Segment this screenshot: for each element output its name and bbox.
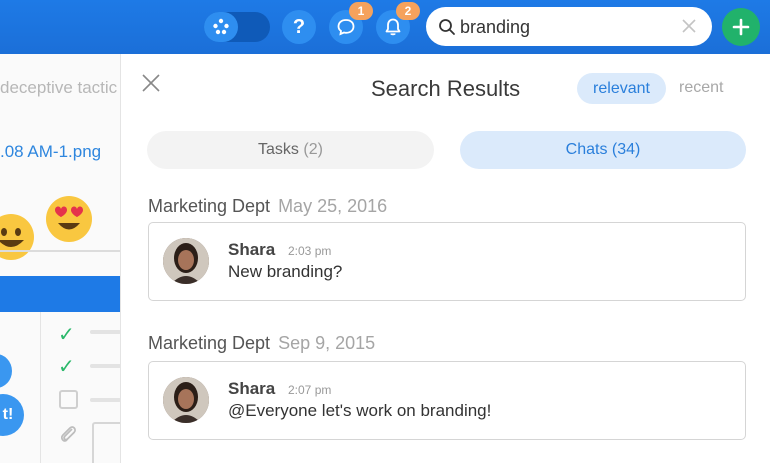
tab-count: (34)	[611, 141, 641, 158]
divider	[0, 250, 120, 252]
chat-badge: 1	[349, 2, 373, 20]
search-input[interactable]	[460, 16, 670, 38]
message-author: Shara	[228, 379, 276, 398]
divider	[40, 312, 41, 463]
paperclip-icon[interactable]	[58, 422, 78, 446]
placeholder-line	[90, 364, 120, 368]
apps-toggle[interactable]	[204, 12, 270, 42]
notifications-button[interactable]: 2	[376, 2, 420, 44]
close-icon[interactable]	[140, 72, 162, 94]
message-time: 2:07 pm	[288, 383, 332, 397]
help-button[interactable]: ?	[282, 10, 316, 44]
tab-chats[interactable]: Chats (34)	[460, 131, 746, 169]
placeholder-line	[90, 398, 120, 402]
background-blue-bar	[0, 276, 120, 312]
checkmark-icon: ✓	[58, 356, 75, 378]
help-icon: ?	[292, 15, 306, 38]
grinning-emoji-icon	[0, 214, 34, 260]
background-content: deceptive tactic .08 AM-1.png ✓ ✓ t!	[0, 54, 121, 463]
add-button[interactable]	[722, 8, 760, 46]
tab-tasks[interactable]: Tasks (2)	[147, 131, 434, 169]
notifications-badge: 2	[396, 2, 420, 20]
top-bar: ? 1 2	[0, 0, 770, 54]
avatar	[163, 238, 209, 284]
result-group-header[interactable]: Marketing Dept Sep 9, 2015	[148, 333, 375, 354]
message-time: 2:03 pm	[288, 244, 332, 258]
message-bubble: t!	[0, 394, 24, 436]
tab-label: Tasks	[258, 141, 299, 158]
group-name: Marketing Dept	[148, 333, 271, 353]
search-results-panel: Search Results relevant recent Tasks (2)…	[121, 54, 770, 463]
page-title: Search Results	[371, 76, 521, 101]
search-box	[426, 7, 712, 46]
message-bubble	[0, 354, 12, 388]
checkmark-icon: ✓	[58, 324, 75, 346]
message-author: Shara	[228, 240, 276, 259]
sort-relevant-button[interactable]: relevant	[577, 73, 666, 104]
message-text: New branding?	[228, 262, 343, 281]
result-group-header[interactable]: Marketing Dept May 25, 2016	[148, 196, 387, 217]
apps-icon	[204, 12, 238, 42]
chat-result-card[interactable]: Shara 2:03 pm New branding?	[148, 222, 746, 301]
bell-icon	[385, 18, 401, 36]
document-icon	[92, 422, 120, 463]
avatar	[163, 377, 209, 423]
group-date: May 25, 2016	[278, 196, 388, 216]
group-date: Sep 9, 2015	[278, 333, 376, 353]
plus-icon	[732, 18, 750, 36]
search-icon	[439, 19, 455, 35]
background-attachment-link[interactable]: .08 AM-1.png	[0, 142, 101, 162]
message-text: @Everyone let's work on branding!	[228, 401, 492, 420]
chat-result-card[interactable]: Shara 2:07 pm @Everyone let's work on br…	[148, 361, 746, 440]
placeholder-line	[90, 330, 120, 334]
heart-eyes-emoji-icon	[46, 196, 92, 242]
chat-button[interactable]: 1	[329, 2, 373, 44]
group-name: Marketing Dept	[148, 196, 271, 216]
tab-count: (2)	[303, 141, 323, 158]
tab-label: Chats	[565, 141, 608, 158]
chat-bubble-icon	[337, 19, 355, 36]
sort-recent-button[interactable]: recent	[679, 79, 723, 97]
clear-search-icon[interactable]	[680, 17, 698, 35]
background-task-title: deceptive tactic	[0, 78, 118, 97]
checkbox[interactable]	[59, 390, 78, 409]
